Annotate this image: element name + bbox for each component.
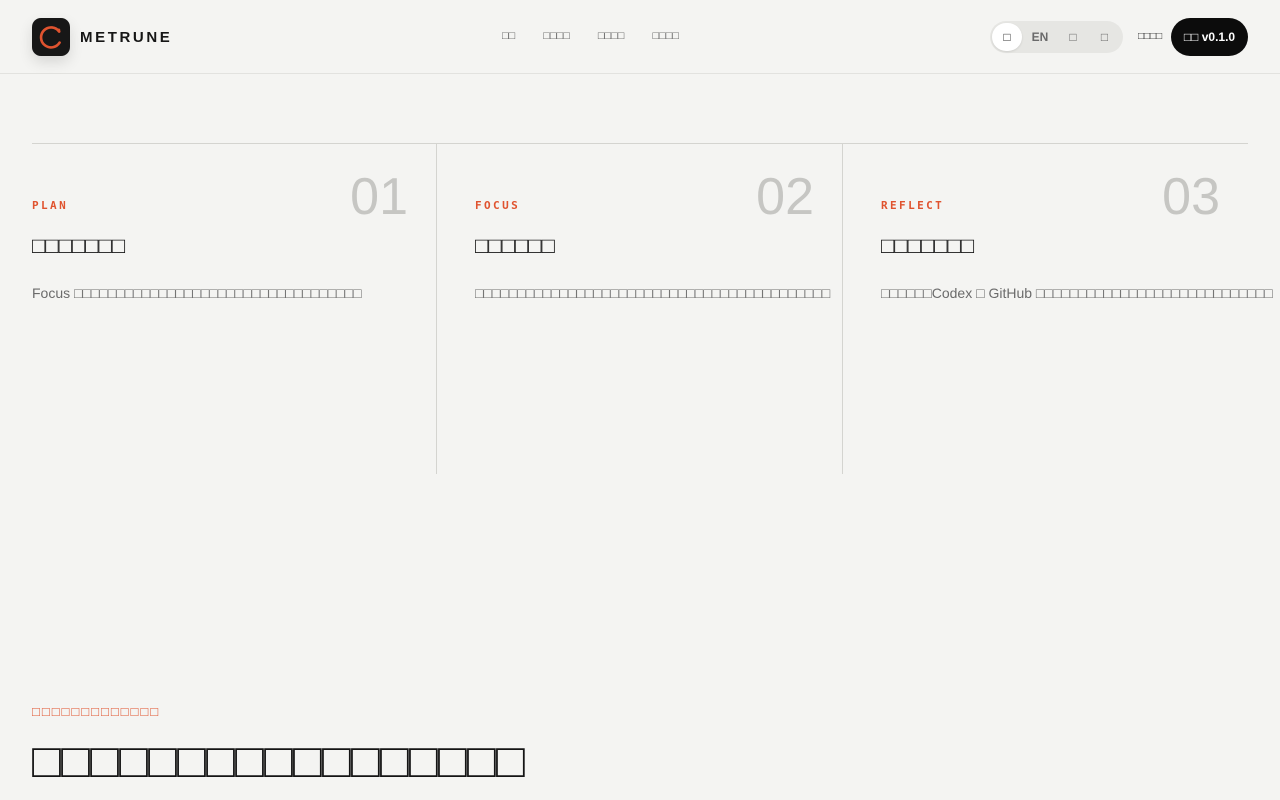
step-number: 02 <box>756 168 814 226</box>
nav-item-1[interactable]: □□ <box>502 30 515 42</box>
step-number: 03 <box>1162 168 1220 226</box>
step-title: □□□□□□□ <box>881 233 975 258</box>
step-card-focus: 02 FOCUS □□□□□□ □□□□□□□□□□□□□□□□□□□□□□□□… <box>436 144 842 474</box>
download-button[interactable]: □□ v0.1.0 <box>1171 18 1248 56</box>
lang-option-3[interactable]: □ <box>1058 23 1088 51</box>
step-card-plan: 01 PLAN □□□□□□□ Focus □□□□□□□□□□□□□□□□□□… <box>32 144 436 474</box>
nav-item-2[interactable]: □□□□ <box>543 30 570 42</box>
section-kicker: □□□□□□□□□□□□□ <box>32 704 161 719</box>
top-header: METRUNE □□ □□□□ □□□□ □□□□ □ EN □ □ □□□□ … <box>0 0 1280 74</box>
language-switcher: □ EN □ □ <box>990 21 1123 53</box>
lang-option-en[interactable]: EN <box>1022 23 1058 51</box>
lang-option-1[interactable]: □ <box>992 23 1022 51</box>
step-description: □□□□□□□□□□□□□□□□□□□□□□□□□□□□□□□□□□□□□□□□… <box>475 285 831 301</box>
step-title: □□□□□□ <box>475 233 555 258</box>
brand-name[interactable]: METRUNE <box>80 29 172 46</box>
step-description: □□□□□□Codex □ GitHub □□□□□□□□□□□□□□□□□□□… <box>881 285 1273 301</box>
step-number: 01 <box>350 168 408 226</box>
lang-option-4[interactable]: □ <box>1088 23 1121 51</box>
step-title: □□□□□□□ <box>32 233 126 258</box>
steps-section: 01 PLAN □□□□□□□ Focus □□□□□□□□□□□□□□□□□□… <box>32 143 1273 474</box>
metrune-logo-icon[interactable] <box>32 18 70 56</box>
main-nav: □□ □□□□ □□□□ □□□□ <box>502 30 707 42</box>
step-description: Focus □□□□□□□□□□□□□□□□□□□□□□□□□□□□□□□□□□ <box>32 285 362 301</box>
step-kicker: REFLECT <box>881 199 945 212</box>
step-kicker: PLAN <box>32 199 69 212</box>
step-card-reflect: 03 REFLECT □□□□□□□ □□□□□□Codex □ GitHub … <box>842 144 1273 474</box>
header-link[interactable]: □□□□ <box>1138 31 1162 42</box>
nav-item-3[interactable]: □□□□ <box>598 30 625 42</box>
ring-logo-icon <box>39 26 61 49</box>
section-title: □□□□□□□□□□□□□□□□□ <box>32 735 525 788</box>
nav-item-4[interactable]: □□□□ <box>652 30 679 42</box>
step-kicker: FOCUS <box>475 199 521 212</box>
